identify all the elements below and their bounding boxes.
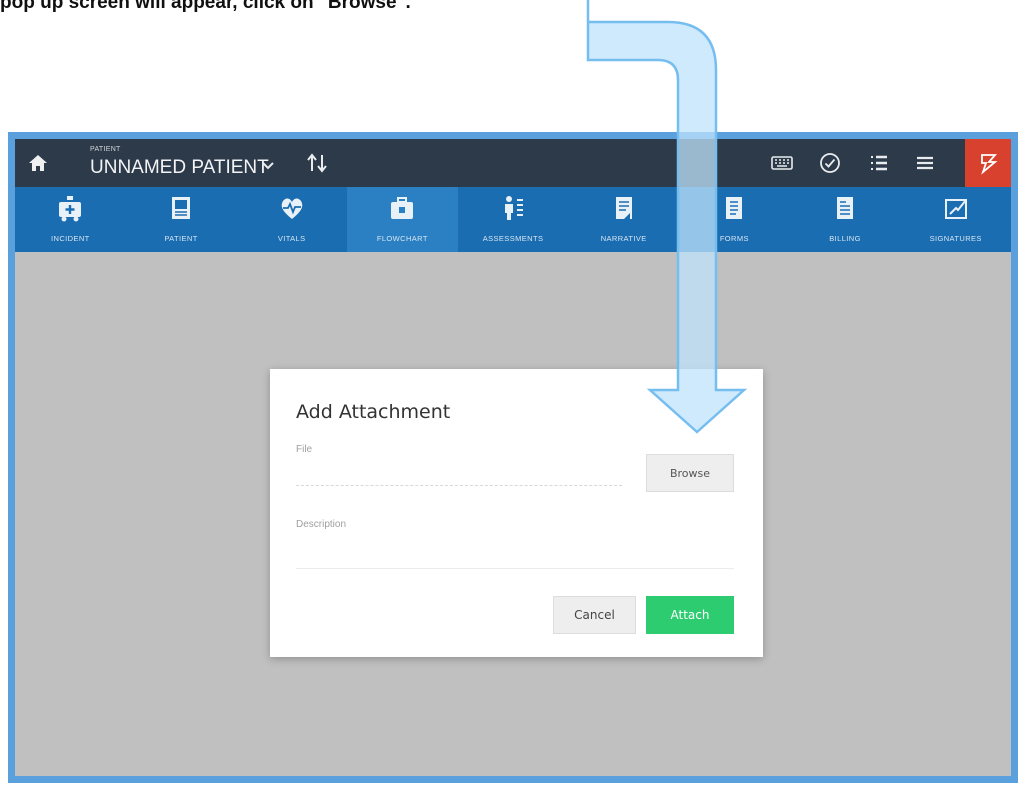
signature-icon bbox=[944, 199, 967, 219]
sort-icon[interactable] bbox=[305, 151, 331, 175]
tab-incident[interactable]: INCIDENT bbox=[15, 187, 126, 252]
cancel-button[interactable]: Cancel bbox=[553, 596, 636, 634]
chevron-down-icon[interactable] bbox=[261, 161, 275, 171]
tab-flowchart[interactable]: FLOWCHART bbox=[347, 187, 458, 252]
briefcase-icon bbox=[391, 197, 414, 219]
tab-label: NARRATIVE bbox=[600, 234, 647, 243]
top-bar: PATIENT UNNAMED PATIENT bbox=[15, 139, 1011, 187]
tab-assessments[interactable]: ASSESSMENTS bbox=[458, 187, 569, 252]
body-assessment-icon bbox=[505, 196, 524, 220]
check-circle-icon[interactable] bbox=[818, 151, 842, 175]
browse-button[interactable]: Browse bbox=[646, 454, 734, 492]
billing-icon bbox=[837, 197, 854, 219]
dialog-title: Add Attachment bbox=[296, 401, 451, 423]
list-icon[interactable] bbox=[867, 151, 891, 175]
tab-patient[interactable]: PATIENT bbox=[126, 187, 237, 252]
add-attachment-dialog: Add Attachment File Browse Description C… bbox=[270, 369, 763, 657]
patient-caption: PATIENT bbox=[90, 146, 121, 153]
document-icon bbox=[615, 197, 632, 219]
patient-name[interactable]: UNNAMED PATIENT bbox=[90, 157, 269, 179]
tab-label: PATIENT bbox=[164, 234, 198, 243]
description-label: Description bbox=[296, 519, 347, 530]
home-icon[interactable] bbox=[27, 152, 49, 174]
file-field[interactable] bbox=[296, 457, 622, 486]
screenshot-frame: PATIENT UNNAMED PATIENT INCIDENT PATIENT… bbox=[8, 132, 1018, 783]
forms-icon bbox=[726, 197, 743, 219]
tab-label: BILLING bbox=[829, 234, 861, 243]
tab-label: SIGNATURES bbox=[929, 234, 982, 243]
tab-billing[interactable]: BILLING bbox=[790, 187, 901, 252]
ambulance-icon bbox=[59, 196, 82, 222]
tab-narrative[interactable]: NARRATIVE bbox=[568, 187, 679, 252]
flag-icon bbox=[981, 154, 998, 175]
flag-button[interactable] bbox=[965, 139, 1011, 187]
tab-forms[interactable]: FORMS bbox=[679, 187, 790, 252]
attach-button[interactable]: Attach bbox=[646, 596, 734, 634]
instruction-text: pop up screen will appear, click on "Bro… bbox=[0, 0, 411, 13]
file-label: File bbox=[296, 444, 313, 455]
tab-label: FORMS bbox=[719, 234, 749, 243]
app-screen: PATIENT UNNAMED PATIENT INCIDENT PATIENT… bbox=[15, 139, 1011, 776]
tab-signatures[interactable]: SIGNATURES bbox=[900, 187, 1011, 252]
tab-label: FLOWCHART bbox=[376, 234, 428, 243]
tab-label: VITALS bbox=[277, 234, 306, 243]
heartbeat-icon bbox=[281, 198, 302, 219]
menu-icon[interactable] bbox=[913, 151, 937, 175]
tab-label: ASSESSMENTS bbox=[482, 234, 544, 243]
section-tab-bar: INCIDENT PATIENT VITALS FLOWCHART ASSESS… bbox=[15, 187, 1011, 252]
tab-vitals[interactable]: VITALS bbox=[236, 187, 347, 252]
tab-label: INCIDENT bbox=[51, 234, 90, 243]
description-field[interactable] bbox=[296, 534, 734, 569]
keyboard-icon[interactable] bbox=[770, 151, 794, 175]
patient-card-icon bbox=[172, 197, 190, 219]
